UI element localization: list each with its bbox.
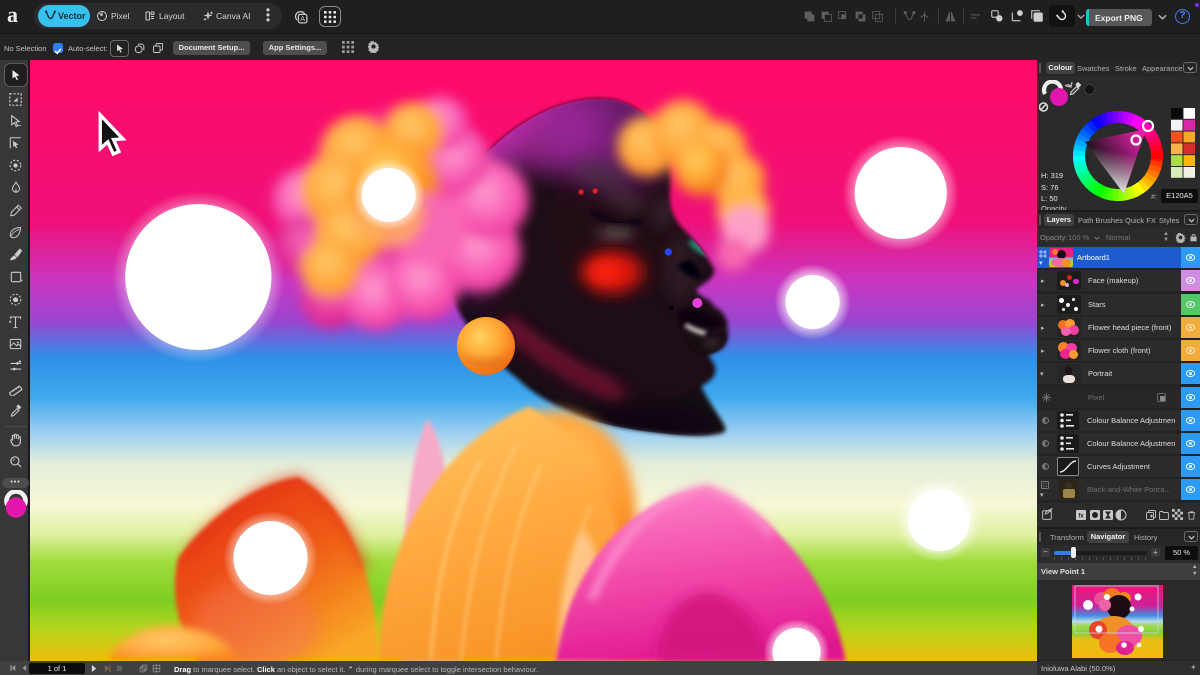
svg-text:A: A xyxy=(300,15,305,23)
svg-text:fx: fx xyxy=(1078,514,1084,520)
